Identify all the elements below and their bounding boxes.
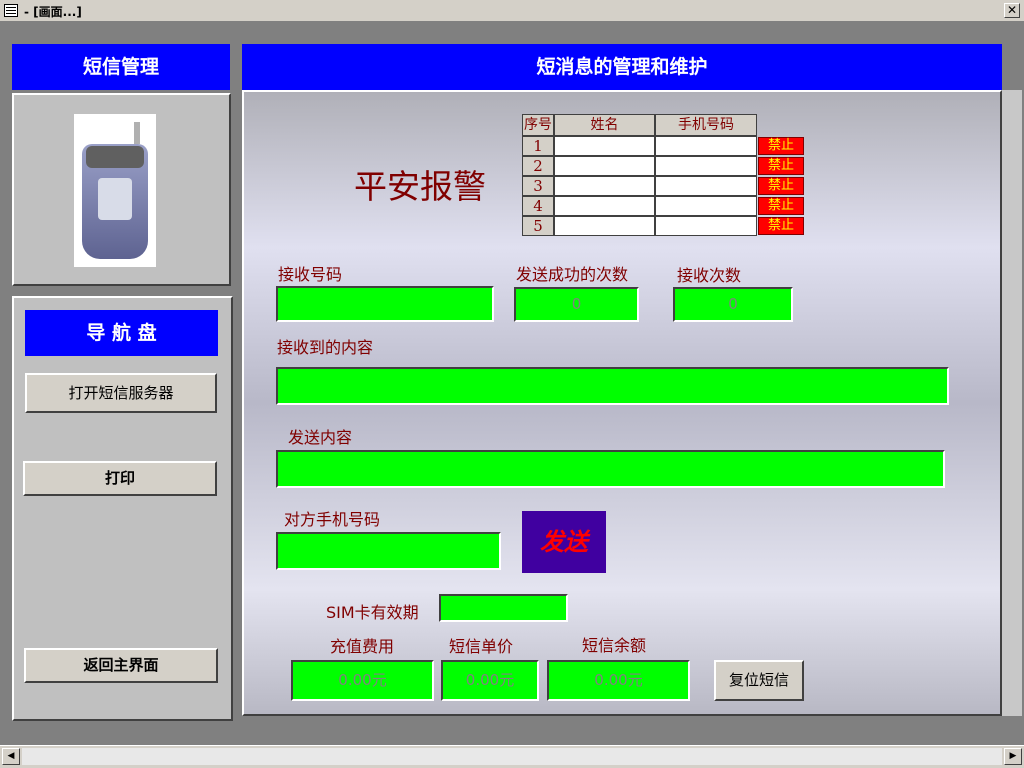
grid-phone-input[interactable] xyxy=(655,196,757,216)
grid-disable-button[interactable]: 禁止 xyxy=(758,157,804,175)
grid-row-index: 2 xyxy=(522,156,554,176)
close-button[interactable]: ✕ xyxy=(1004,3,1020,18)
grid-phone-input[interactable] xyxy=(655,156,757,176)
recharge-label: 充值费用 xyxy=(330,637,395,656)
sidebar-header: 短信管理 xyxy=(12,44,230,90)
open-sms-server-button[interactable]: 打开短信服务器 xyxy=(25,373,217,413)
send-button[interactable]: 发送 xyxy=(522,511,606,573)
horizontal-scroll-track[interactable] xyxy=(22,748,1002,765)
grid-phone-input[interactable] xyxy=(655,216,757,236)
recv-content-field[interactable] xyxy=(276,367,949,405)
sim-expiry-field[interactable] xyxy=(439,594,568,622)
grid-disable-button[interactable]: 禁止 xyxy=(758,137,804,155)
reset-sms-button[interactable]: 复位短信 xyxy=(714,660,804,701)
grid-name-input[interactable] xyxy=(554,136,655,156)
sim-expiry-label: SIM卡有效期 xyxy=(326,603,419,622)
unit-price-label: 短信单价 xyxy=(449,637,514,656)
form-area: 短信管理 导 航 盘 打开短信服务器 打印 返回主界面 短消息的管理和维护 平安… xyxy=(0,23,1024,745)
form-icon[interactable] xyxy=(4,4,18,17)
back-to-main-button[interactable]: 返回主界面 xyxy=(24,648,218,683)
unit-price-field[interactable]: 0.00元 xyxy=(441,660,539,701)
grid-header-index: 序号 xyxy=(522,114,554,136)
main-content-panel: 平安报警 序号 姓名 手机号码 1 禁止 2 禁止 3 禁止 4 禁止 5 禁止… xyxy=(242,90,1002,716)
grid-disable-button[interactable]: 禁止 xyxy=(758,177,804,195)
grid-disable-button[interactable]: 禁止 xyxy=(758,217,804,235)
brand-title: 平安报警 xyxy=(354,167,486,206)
grid-name-input[interactable] xyxy=(554,196,655,216)
recv-number-field[interactable] xyxy=(276,286,494,322)
nav-panel-title: 导 航 盘 xyxy=(25,310,218,356)
grid-name-input[interactable] xyxy=(554,176,655,196)
phone-image xyxy=(74,114,156,267)
send-success-label: 发送成功的次数 xyxy=(516,265,629,284)
horizontal-scrollbar[interactable]: ◀ ▶ xyxy=(0,745,1024,768)
grid-header-phone: 手机号码 xyxy=(655,114,757,136)
recv-content-label: 接收到的内容 xyxy=(277,338,374,357)
mobile-phone-icon xyxy=(82,122,148,259)
grid-header-name: 姓名 xyxy=(554,114,655,136)
grid-phone-input[interactable] xyxy=(655,136,757,156)
print-button[interactable]: 打印 xyxy=(23,461,217,496)
grid-phone-input[interactable] xyxy=(655,176,757,196)
recv-number-label: 接收号码 xyxy=(278,265,343,284)
send-content-label: 发送内容 xyxy=(288,428,353,447)
recv-count-label: 接收次数 xyxy=(677,266,742,285)
main-header: 短消息的管理和维护 xyxy=(242,44,1002,90)
grid-row-index: 4 xyxy=(522,196,554,216)
send-success-field[interactable]: 0 xyxy=(514,287,639,322)
recharge-field[interactable]: 0.00元 xyxy=(291,660,434,701)
grid-name-input[interactable] xyxy=(554,156,655,176)
vertical-scroll-track[interactable] xyxy=(1002,90,1022,716)
grid-row-index: 5 xyxy=(522,216,554,236)
grid-row-index: 3 xyxy=(522,176,554,196)
peer-number-label: 对方手机号码 xyxy=(284,510,381,529)
recv-count-field[interactable]: 0 xyxy=(673,287,793,322)
balance-label: 短信余额 xyxy=(582,636,647,655)
grid-disable-button[interactable]: 禁止 xyxy=(758,197,804,215)
send-content-field[interactable] xyxy=(276,450,945,488)
window-title: - [画面...] xyxy=(24,5,82,19)
scroll-left-arrow-icon[interactable]: ◀ xyxy=(2,748,20,765)
grid-row-index: 1 xyxy=(522,136,554,156)
balance-field[interactable]: 0.00元 xyxy=(547,660,690,701)
peer-number-field[interactable] xyxy=(276,532,501,570)
grid-name-input[interactable] xyxy=(554,216,655,236)
title-bar: - [画面...] ✕ xyxy=(0,0,1024,22)
scroll-right-arrow-icon[interactable]: ▶ xyxy=(1004,748,1022,765)
